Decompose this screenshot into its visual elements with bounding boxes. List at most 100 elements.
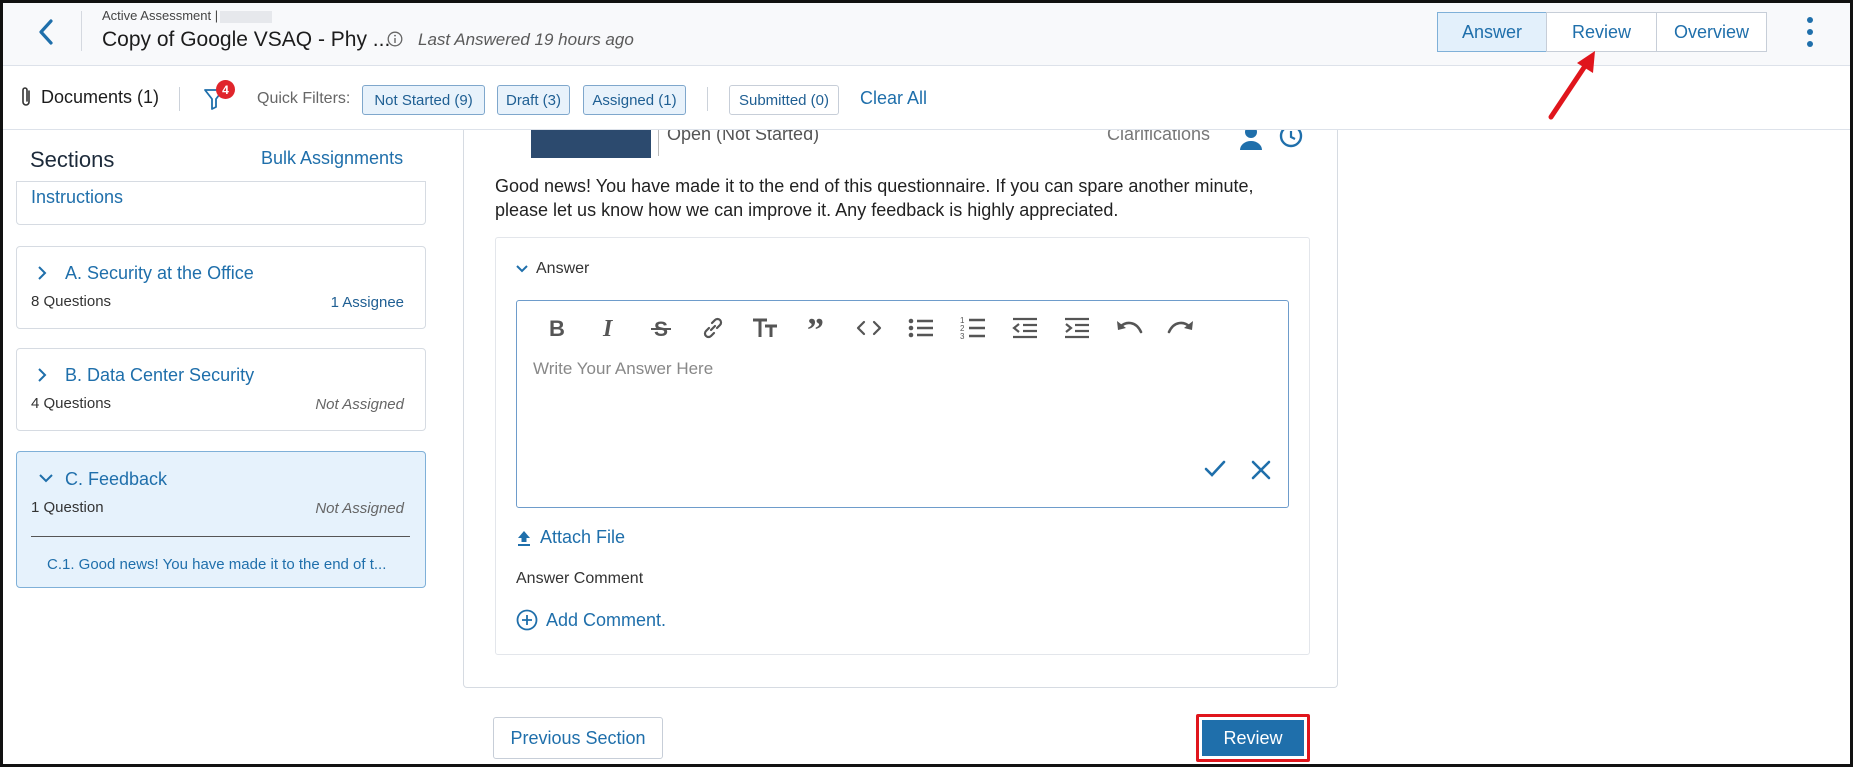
add-comment-button[interactable]: Add Comment. [516,609,666,631]
blockquote-icon: ” [807,317,824,339]
documents-button[interactable]: Documents (1) [19,86,159,108]
question-count: 8 Questions [31,293,112,310]
section-name[interactable]: C. Feedback [65,469,167,490]
redacted-block [220,10,273,23]
code-button[interactable] [843,313,895,343]
chevron-down-icon [516,265,528,273]
bullet-list-button[interactable] [895,313,947,343]
redo-icon [1167,321,1193,334]
svg-text:I: I [602,316,614,340]
annotation-arrow-icon [1548,51,1595,120]
attach-file-button[interactable]: Attach File [516,527,625,548]
chip-assigned[interactable]: Assigned (1) [583,85,686,115]
chevron-left-icon [39,19,53,45]
answer-editor[interactable]: B I S ” 123 Write Your Answer Here [516,300,1289,508]
add-comment-label: Add Comment. [546,609,667,630]
sections-title: Sections [30,147,115,172]
info-icon[interactable] [387,31,403,47]
attach-file-label: Attach File [540,527,626,547]
upload-icon [518,530,530,546]
question-count: 4 Questions [31,395,112,412]
chevron-right-icon[interactable] [37,367,47,383]
assessment-eyebrow: Active Assessment | [102,8,273,23]
back-button[interactable] [29,15,63,49]
section-name[interactable]: B. Data Center Security [65,365,254,386]
editor-placeholder: Write Your Answer Here [533,359,714,378]
assign-user-icon[interactable] [1237,130,1265,150]
quick-filters-label: Quick Filters: [257,90,351,107]
question-count: 1 Question [31,499,104,516]
clarification-actions [1233,130,1303,158]
divider [658,130,659,156]
bullet-list-icon [908,318,933,338]
text-size-icon [753,318,777,337]
bulk-assignments-link[interactable]: Bulk Assignments [261,148,403,169]
section-card-b[interactable] [16,348,426,431]
blockquote-button[interactable]: ” [791,313,843,343]
chevron-down-icon[interactable] [38,473,54,483]
documents-label: Documents (1) [41,86,160,107]
undo-button[interactable] [1103,313,1155,343]
text-size-button[interactable] [739,313,791,343]
close-icon[interactable] [1250,459,1272,481]
indent-icon [1065,317,1089,339]
previous-section-button[interactable]: Previous Section [493,717,663,759]
header-divider [81,11,82,51]
question-link[interactable]: C.1. Good news! You have made it to the … [47,556,386,573]
svg-text:”: ” [807,317,824,339]
section-card-a[interactable] [16,246,426,329]
chevron-right-icon[interactable] [37,265,47,281]
chip-draft[interactable]: Draft (3) [497,85,570,115]
bold-icon: B [549,316,565,340]
review-button[interactable]: Review [1202,720,1304,756]
filter-count-badge: 4 [216,80,235,99]
svg-text:B: B [549,316,565,340]
bold-button[interactable]: B [531,313,583,343]
question-id-badge [531,130,651,158]
italic-button[interactable]: I [583,313,635,343]
link-button[interactable] [687,313,739,343]
italic-icon: I [602,316,614,340]
outdent-icon [1012,317,1037,339]
paperclip-icon [22,87,30,106]
undo-icon [1117,321,1143,334]
question-text: Good news! You have made it to the end o… [495,176,1254,220]
outdent-button[interactable] [999,313,1051,343]
indent-button[interactable] [1051,313,1103,343]
assignee-status: Not Assigned [315,500,404,517]
assignee-count: 1 Assignee [330,294,404,311]
eyebrow-text: Active Assessment | [102,8,219,23]
assignee-status: Not Assigned [315,396,404,413]
clear-all-link[interactable]: Clear All [860,88,927,109]
tab-answer[interactable]: Answer [1437,12,1547,52]
link-icon [703,317,723,339]
chip-submitted[interactable]: Submitted (0) [729,85,839,115]
answer-label: Answer [536,260,590,277]
answer-toggle[interactable]: Answer [516,260,589,278]
last-answered-text: Last Answered 19 hours ago [418,30,634,49]
plus-circle-icon [516,609,538,631]
svg-text:3: 3 [960,332,965,341]
answer-comment-label: Answer Comment [516,570,644,587]
numbered-list-button[interactable]: 123 [947,313,999,343]
divider [707,87,708,111]
history-icon[interactable] [1277,130,1303,150]
strikethrough-button[interactable]: S [635,313,687,343]
editor-toolbar: B I S ” 123 [531,313,1207,343]
numbered-list-icon: 123 [960,316,985,341]
tab-overview[interactable]: Overview [1656,12,1767,52]
instructions-link[interactable]: Instructions [31,187,123,208]
chip-not-started[interactable]: Not Started (9) [362,85,485,115]
more-options-icon[interactable] [1799,15,1821,49]
tab-review[interactable]: Review [1546,12,1657,52]
question-status: Open (Not Started) [667,130,820,144]
page-title: Copy of Google VSAQ - Phy ... [102,28,391,51]
strikethrough-icon: S [651,318,671,340]
view-tabs: Answer Review Overview [1437,12,1767,52]
section-name[interactable]: A. Security at the Office [65,263,254,284]
redo-button[interactable] [1155,313,1207,343]
check-icon[interactable] [1203,459,1227,479]
clarifications-label[interactable]: Clarifications [1107,130,1210,150]
divider [31,536,410,537]
code-icon [856,320,882,336]
